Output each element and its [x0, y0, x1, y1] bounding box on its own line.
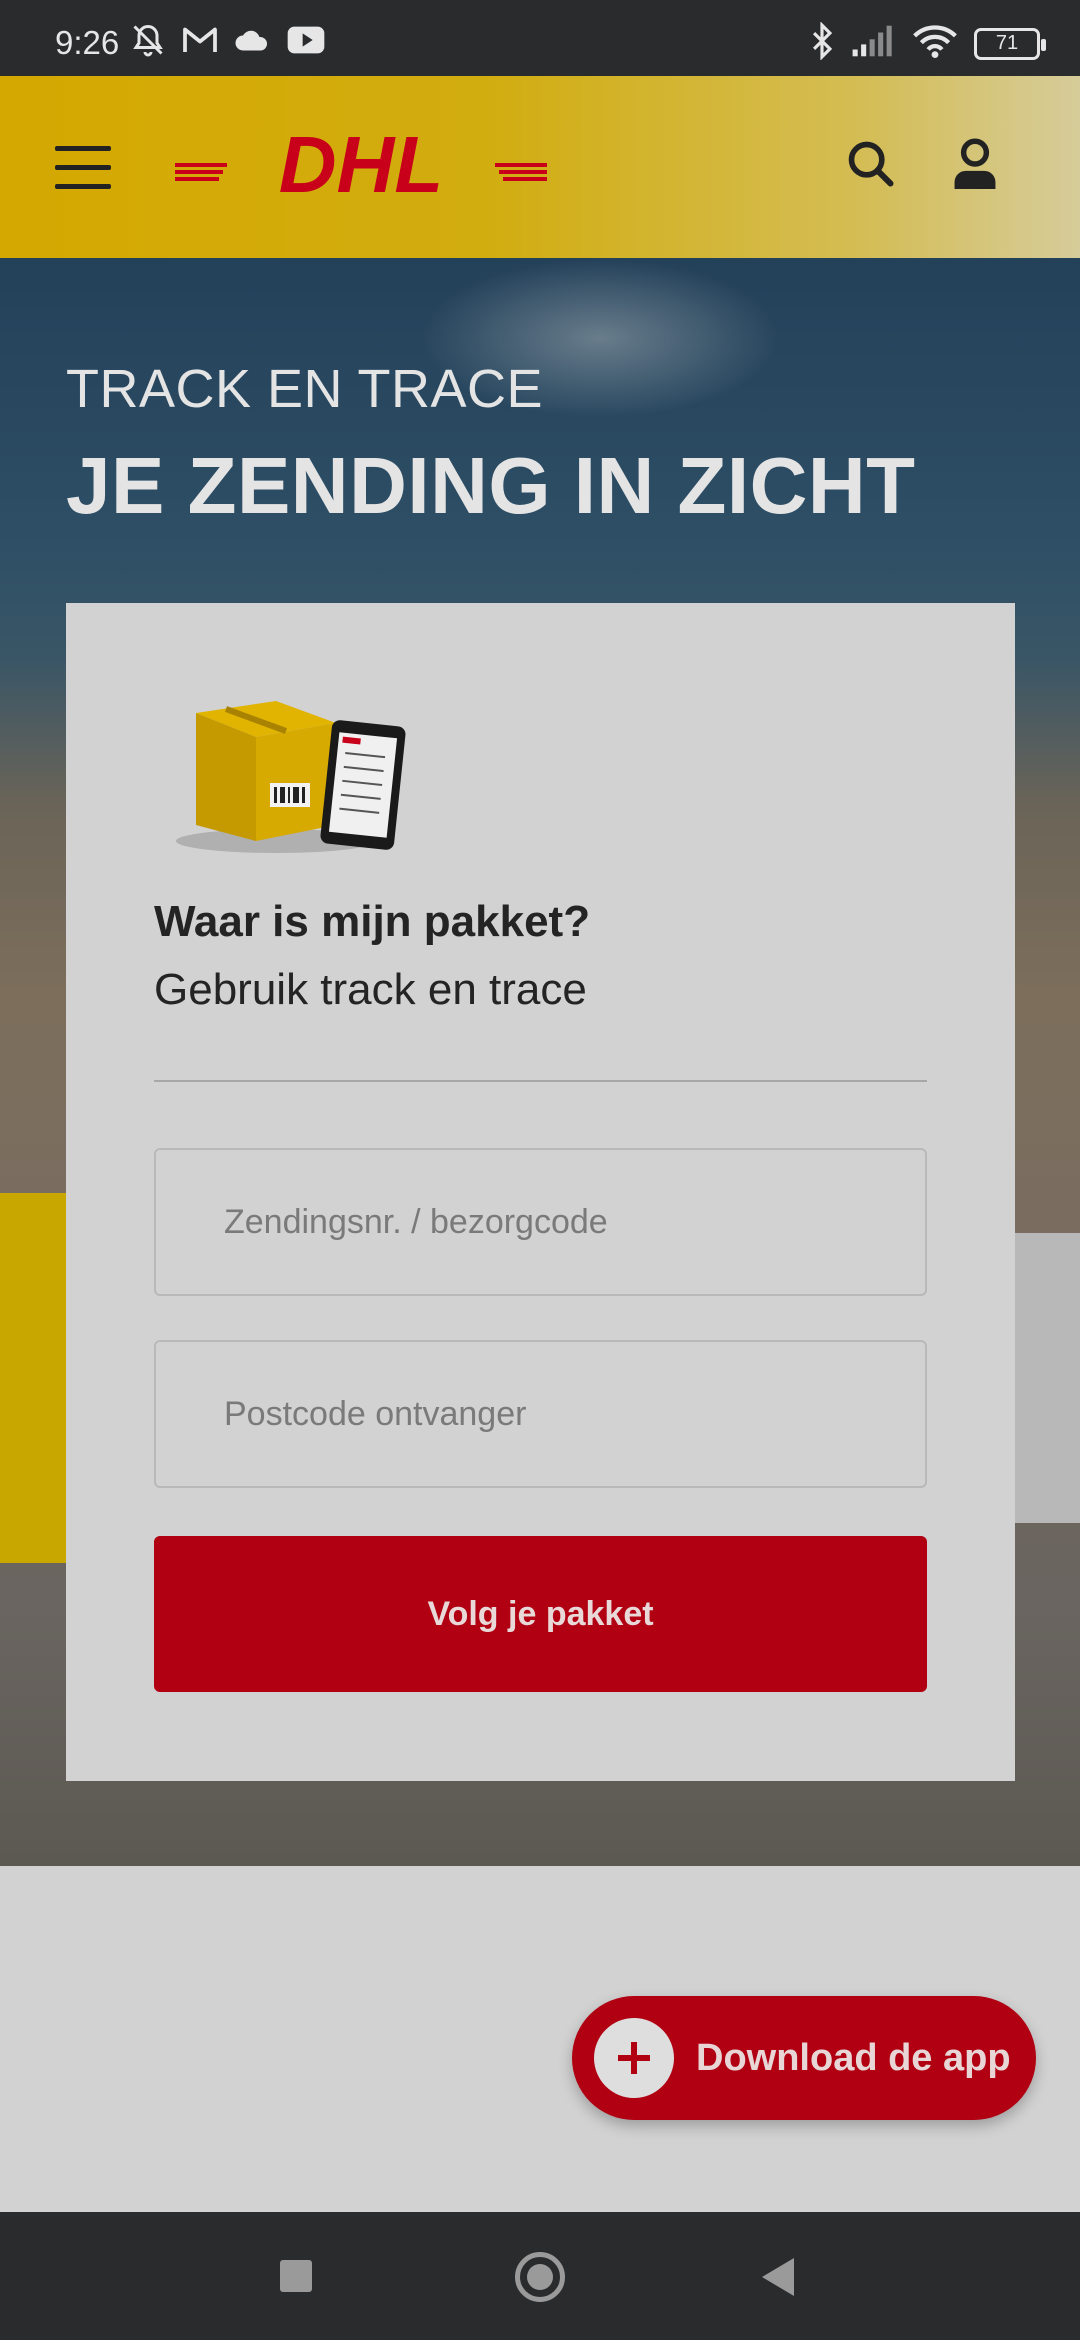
postcode-input[interactable] [156, 1342, 925, 1486]
site-header: DHL [0, 76, 1080, 258]
logo-text: DHL [279, 126, 443, 206]
hero-section: TRACK EN TRACE JE ZENDING IN ZICHT Waar … [0, 258, 1080, 1866]
hero-title: JE ZENDING IN ZICHT [66, 441, 916, 530]
battery-icon: 71 [974, 27, 1046, 60]
home-icon[interactable] [515, 2252, 565, 2302]
status-time: 9:26 [55, 24, 120, 61]
gmail-icon [182, 25, 218, 60]
wifi-icon [912, 24, 958, 63]
card-heading: Waar is mijn pakket? [154, 897, 591, 946]
muted-bell-icon [130, 22, 166, 63]
system-nav-bar [0, 2212, 1080, 2340]
package-illustration [166, 683, 406, 863]
bluetooth-icon [810, 21, 834, 65]
plus-icon [594, 2018, 674, 2098]
postcode-field [154, 1340, 927, 1488]
menu-icon[interactable] [55, 146, 111, 190]
search-icon[interactable] [845, 138, 897, 190]
tracking-card: Waar is mijn pakket? Gebruik track en tr… [66, 603, 1015, 1781]
user-icon[interactable] [950, 136, 1000, 192]
download-app-button[interactable]: Download de app [572, 1996, 1036, 2120]
hero-truck [0, 1193, 66, 1563]
recents-icon[interactable] [280, 2260, 312, 2292]
download-app-label: Download de app [696, 2036, 1011, 2079]
status-bar: 9:26 71 [0, 0, 1080, 76]
youtube-icon [286, 25, 326, 60]
dhl-logo[interactable]: DHL [175, 120, 547, 209]
hero-truck [1014, 1233, 1080, 1523]
shipment-number-input[interactable] [156, 1150, 925, 1294]
shipment-number-field [154, 1148, 927, 1296]
card-divider [154, 1080, 927, 1082]
hero-kicker: TRACK EN TRACE [66, 359, 544, 419]
card-subheading: Gebruik track en trace [154, 965, 587, 1014]
cloud-icon [234, 27, 270, 58]
track-package-button[interactable]: Volg je pakket [154, 1536, 927, 1692]
signal-icon [850, 24, 896, 63]
back-icon[interactable] [762, 2258, 794, 2296]
